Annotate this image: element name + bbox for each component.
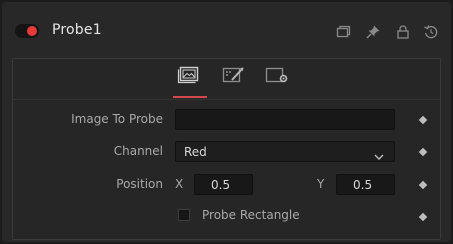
image-to-probe-label: Image To Probe [71,112,163,126]
channel-dropdown[interactable]: Red [175,141,395,162]
position-x-input[interactable]: 0.5 [194,174,253,195]
position-x-value: 0.5 [211,178,231,192]
toggle-indicator [27,26,37,36]
controls-tab-icon[interactable] [220,65,246,85]
window-icon[interactable] [335,24,351,40]
channel-keyframe-icon[interactable] [418,147,428,157]
channel-label: Channel [113,144,163,158]
position-label: Position [116,177,163,191]
settings-tab-icon[interactable] [264,65,290,85]
probe-rectangle-checkbox[interactable] [178,209,190,221]
position-x-label: X [175,177,184,191]
controls-frame: Image To Probe Channel Red Position X 0.… [12,58,441,240]
position-y-label: Y [317,177,325,191]
image-to-probe-input[interactable] [175,109,395,130]
inspector-panel: Probe1 Image To Probe Channel Red Positi… [2,2,451,242]
image-to-probe-keyframe-icon[interactable] [418,115,428,125]
pin-icon[interactable] [365,24,381,40]
position-keyframe-icon[interactable] [418,180,428,190]
probe-rectangle-label: Probe Rectangle [202,208,300,222]
reset-icon[interactable] [423,24,439,40]
position-y-value: 0.5 [353,178,373,192]
image-tab-icon[interactable] [173,65,207,98]
node-title: Probe1 [52,22,102,38]
channel-value: Red [184,145,207,159]
probe-rectangle-keyframe-icon[interactable] [418,212,428,222]
node-header: Probe1 [2,2,451,58]
chevron-down-icon [373,147,385,166]
tool-tabs [13,59,440,99]
position-y-input[interactable]: 0.5 [336,174,395,195]
node-enable-toggle[interactable] [15,24,39,38]
tabs-divider [13,99,440,100]
lock-icon[interactable] [395,24,411,40]
